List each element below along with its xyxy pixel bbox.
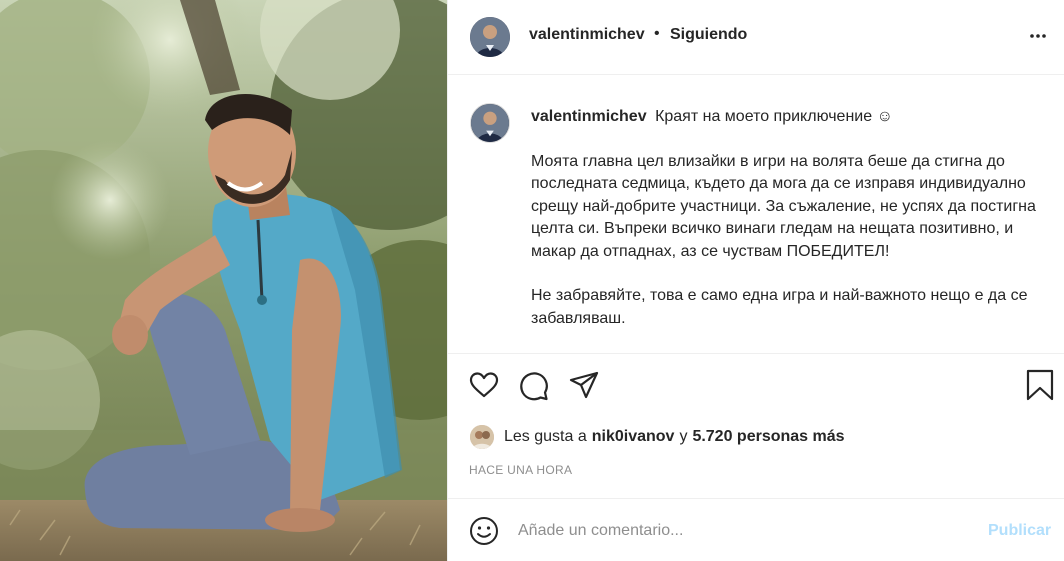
post-detail-panel: valentinmichev • Siguiendo valentinmiche… <box>447 0 1064 561</box>
post-photo[interactable] <box>0 0 447 561</box>
caption-text: valentinmichev Краят на моето приключени… <box>531 106 1051 330</box>
more-options-icon[interactable] <box>1026 24 1050 48</box>
bookmark-icon[interactable] <box>1024 369 1056 401</box>
share-icon[interactable] <box>568 369 600 401</box>
likes-count[interactable]: 5.720 personas más <box>692 428 844 446</box>
likes-row: Les gusta a nik0ivanov y 5.720 personas … <box>470 425 845 449</box>
caption-title: Краят на моето приключение ☺ <box>655 108 893 125</box>
author-avatar[interactable] <box>470 17 510 57</box>
emoji-icon[interactable] <box>469 516 499 546</box>
comment-icon[interactable] <box>518 369 550 401</box>
action-bar <box>448 355 1064 415</box>
likes-conjunction: y <box>679 428 688 445</box>
comment-input[interactable] <box>518 519 958 543</box>
likes-prefix: Les gusta a <box>504 428 587 445</box>
liker-avatar[interactable] <box>470 425 494 449</box>
following-button[interactable]: Siguiendo <box>670 26 747 44</box>
post-timestamp[interactable]: HACE UNA HORA <box>469 463 572 477</box>
caption-paragraph-1: Моята главна цел влизайки в игри на воля… <box>531 152 1036 260</box>
caption-username[interactable]: valentinmichev <box>531 108 647 125</box>
post-image <box>0 0 447 561</box>
liker-username[interactable]: nik0ivanov <box>592 428 675 446</box>
caption-first-line: valentinmichev Краят на моето приключени… <box>531 106 1051 129</box>
caption-avatar[interactable] <box>470 103 510 143</box>
separator-dot: • <box>654 25 660 42</box>
post-header: valentinmichev • Siguiendo <box>448 0 1064 75</box>
publish-button[interactable]: Publicar <box>988 522 1051 540</box>
comment-bar: Publicar <box>448 498 1064 561</box>
caption-paragraph-2: Не забравяйте, това е само една игра и н… <box>531 287 1028 327</box>
caption-section: valentinmichev Краят на моето приключени… <box>448 76 1064 354</box>
heart-icon[interactable] <box>468 369 500 401</box>
author-username[interactable]: valentinmichev <box>529 26 645 44</box>
